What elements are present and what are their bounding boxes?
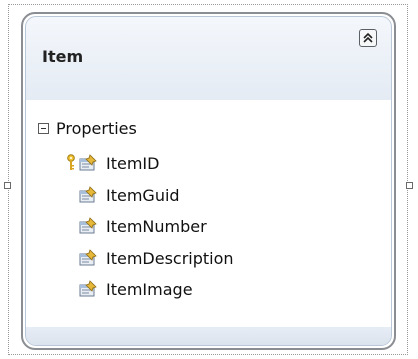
property-icon [79, 249, 97, 266]
entity-title: Item [42, 47, 84, 66]
connector-handle-left[interactable] [4, 182, 11, 189]
minus-box-icon[interactable] [38, 122, 49, 134]
property-label: ItemDescription [106, 248, 234, 268]
property-icon [79, 280, 97, 297]
designer-canvas: Item Properties ItemID ItemGuid ItemNumb… [0, 0, 418, 359]
entity-header[interactable]: Item [26, 17, 391, 100]
property-row-itemguid[interactable]: ItemGuid [26, 182, 391, 208]
property-row-itemid[interactable]: ItemID [26, 150, 391, 176]
properties-section-label: Properties [56, 118, 137, 138]
property-label: ItemImage [106, 279, 193, 299]
property-icon [79, 217, 97, 234]
property-label: ItemID [106, 153, 160, 173]
double-chevron-up-icon [363, 32, 373, 43]
connector-handle-right[interactable] [406, 182, 413, 189]
property-label: ItemNumber [106, 216, 207, 236]
entity-body: Properties ItemID ItemGuid ItemNumber It… [26, 100, 391, 327]
property-row-itemimage[interactable]: ItemImage [26, 276, 391, 302]
property-icon [79, 154, 97, 171]
property-label: ItemGuid [106, 185, 180, 205]
entity-inner: Item Properties ItemID ItemGuid ItemNumb… [25, 16, 392, 346]
entity-shape[interactable]: Item Properties ItemID ItemGuid ItemNumb… [21, 12, 396, 350]
collapse-button[interactable] [359, 29, 377, 47]
property-row-itemnumber[interactable]: ItemNumber [26, 213, 391, 239]
key-icon [67, 154, 75, 170]
property-icon [79, 186, 97, 203]
property-row-itemdescription[interactable]: ItemDescription [26, 245, 391, 271]
properties-section-header[interactable]: Properties [38, 117, 137, 139]
entity-footer [26, 327, 391, 345]
